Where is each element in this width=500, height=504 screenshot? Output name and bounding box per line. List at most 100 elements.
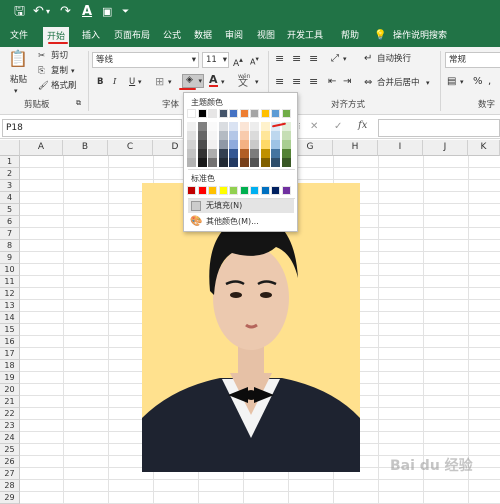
customize-icon[interactable]: ⏷ bbox=[122, 4, 129, 20]
theme-color-swatch[interactable] bbox=[197, 109, 207, 118]
decrease-indent-icon[interactable]: ⇤ bbox=[328, 76, 336, 87]
theme-shade-swatch[interactable] bbox=[197, 149, 207, 158]
font-color-dropdown-icon[interactable]: ▾ bbox=[221, 77, 225, 88]
align-center-icon[interactable]: ≡ bbox=[292, 76, 301, 87]
paste-dropdown-icon[interactable]: ▾ bbox=[14, 86, 18, 97]
clipboard-launcher-icon[interactable]: ⧉ bbox=[76, 98, 81, 109]
standard-color-swatch[interactable] bbox=[281, 186, 291, 195]
formula-input[interactable] bbox=[378, 119, 500, 137]
standard-color-swatch[interactable] bbox=[208, 186, 217, 195]
tab-developer[interactable]: 开发工具 bbox=[287, 29, 323, 43]
theme-shade-swatch[interactable] bbox=[250, 149, 259, 158]
more-colors-option[interactable]: 其他颜色(M)... bbox=[206, 216, 259, 228]
decrease-font-icon[interactable]: A▾ bbox=[250, 54, 259, 68]
row-header[interactable]: 8 bbox=[0, 240, 20, 252]
theme-shade-swatch[interactable] bbox=[260, 140, 270, 149]
bold-button[interactable]: B bbox=[97, 77, 103, 88]
theme-shade-swatch[interactable] bbox=[197, 131, 207, 140]
merge-dropdown-icon[interactable]: ▾ bbox=[426, 78, 430, 89]
fill-color-button[interactable]: ◈ ▾ bbox=[182, 74, 204, 88]
theme-color-swatch[interactable] bbox=[260, 109, 270, 118]
cancel-icon[interactable]: ✕ bbox=[310, 121, 318, 132]
copy-button[interactable]: 复制 bbox=[51, 66, 68, 77]
theme-shade-swatch[interactable] bbox=[197, 140, 207, 149]
copy-icon[interactable]: ⎘ bbox=[38, 66, 45, 77]
theme-shade-swatch[interactable] bbox=[239, 122, 249, 131]
tab-help[interactable]: 帮助 bbox=[341, 29, 359, 43]
phonetic-dropdown-icon[interactable]: ▾ bbox=[255, 77, 259, 88]
row-header[interactable]: 25 bbox=[0, 444, 20, 456]
theme-shade-swatch[interactable] bbox=[281, 158, 291, 167]
theme-shade-swatch[interactable] bbox=[208, 122, 217, 131]
row-header[interactable]: 21 bbox=[0, 396, 20, 408]
theme-shade-swatch[interactable] bbox=[197, 158, 207, 167]
row-header[interactable]: 13 bbox=[0, 300, 20, 312]
undo-icon[interactable]: ↶ bbox=[33, 4, 44, 20]
theme-shade-swatch[interactable] bbox=[187, 158, 196, 167]
row-header[interactable]: 7 bbox=[0, 228, 20, 240]
column-header[interactable]: A bbox=[20, 140, 63, 156]
theme-shade-swatch[interactable] bbox=[218, 131, 228, 140]
row-header[interactable]: 24 bbox=[0, 432, 20, 444]
paste-button[interactable]: 粘贴 bbox=[10, 75, 27, 86]
row-header[interactable]: 6 bbox=[0, 216, 20, 228]
tab-file[interactable]: 文件 bbox=[10, 29, 28, 43]
percent-button[interactable]: % bbox=[473, 76, 483, 87]
row-header[interactable]: 16 bbox=[0, 336, 20, 348]
select-all-corner[interactable] bbox=[0, 140, 20, 156]
theme-color-swatch[interactable] bbox=[218, 109, 228, 118]
column-header[interactable]: H bbox=[333, 140, 378, 156]
theme-shade-swatch[interactable] bbox=[208, 131, 217, 140]
theme-shade-swatch[interactable] bbox=[218, 140, 228, 149]
row-header[interactable]: 23 bbox=[0, 420, 20, 432]
row-header[interactable]: 18 bbox=[0, 360, 20, 372]
column-header[interactable]: K bbox=[468, 140, 500, 156]
theme-shade-swatch[interactable] bbox=[250, 122, 259, 131]
row-header[interactable]: 14 bbox=[0, 312, 20, 324]
font-color-icon[interactable]: A bbox=[82, 4, 92, 20]
theme-shade-swatch[interactable] bbox=[250, 131, 259, 140]
theme-color-swatch[interactable] bbox=[239, 109, 249, 118]
align-top-icon[interactable]: ≡ bbox=[275, 53, 284, 64]
theme-shade-swatch[interactable] bbox=[229, 122, 238, 131]
row-header[interactable]: 26 bbox=[0, 456, 20, 468]
theme-shade-swatch[interactable] bbox=[239, 140, 249, 149]
align-bottom-icon[interactable]: ≡ bbox=[309, 53, 318, 64]
theme-shade-swatch[interactable] bbox=[250, 140, 259, 149]
theme-shade-swatch[interactable] bbox=[260, 158, 270, 167]
theme-shade-swatch[interactable] bbox=[187, 140, 196, 149]
phonetic-guide-icon[interactable]: wén 文 bbox=[238, 74, 250, 89]
row-header[interactable]: 19 bbox=[0, 372, 20, 384]
theme-color-swatch[interactable] bbox=[208, 109, 217, 118]
row-header[interactable]: 28 bbox=[0, 480, 20, 492]
theme-shade-swatch[interactable] bbox=[197, 122, 207, 131]
theme-color-swatch[interactable] bbox=[187, 109, 196, 118]
underline-button[interactable]: U bbox=[129, 77, 135, 88]
theme-color-swatch[interactable] bbox=[250, 109, 259, 118]
row-header[interactable]: 2 bbox=[0, 168, 20, 180]
theme-shade-swatch[interactable] bbox=[229, 158, 238, 167]
theme-shade-swatch[interactable] bbox=[218, 149, 228, 158]
standard-color-swatch[interactable] bbox=[271, 186, 280, 195]
theme-shade-swatch[interactable] bbox=[239, 131, 249, 140]
standard-color-swatch[interactable] bbox=[187, 186, 196, 195]
theme-shade-swatch[interactable] bbox=[271, 131, 280, 140]
row-header[interactable]: 20 bbox=[0, 384, 20, 396]
number-format-select[interactable]: 常规 bbox=[445, 52, 500, 68]
merge-center-button[interactable]: 合并后居中 bbox=[377, 78, 420, 89]
theme-shade-swatch[interactable] bbox=[187, 131, 196, 140]
column-header[interactable]: B bbox=[63, 140, 108, 156]
tab-formulas[interactable]: 公式 bbox=[163, 29, 181, 43]
enter-icon[interactable]: ✓ bbox=[334, 121, 342, 132]
comma-style-icon[interactable]: , bbox=[488, 76, 491, 87]
copy-dropdown-icon[interactable]: ▾ bbox=[71, 66, 75, 77]
theme-shade-swatch[interactable] bbox=[239, 149, 249, 158]
row-header[interactable]: 10 bbox=[0, 264, 20, 276]
font-color-button[interactable]: A bbox=[209, 74, 218, 87]
theme-shade-swatch[interactable] bbox=[229, 149, 238, 158]
tab-home[interactable]: 开始 bbox=[43, 27, 70, 47]
orientation-icon[interactable]: ⤢ bbox=[331, 53, 339, 64]
theme-color-swatch[interactable] bbox=[271, 109, 280, 118]
row-header[interactable]: 29 bbox=[0, 492, 20, 504]
tab-page-layout[interactable]: 页面布局 bbox=[114, 29, 150, 43]
